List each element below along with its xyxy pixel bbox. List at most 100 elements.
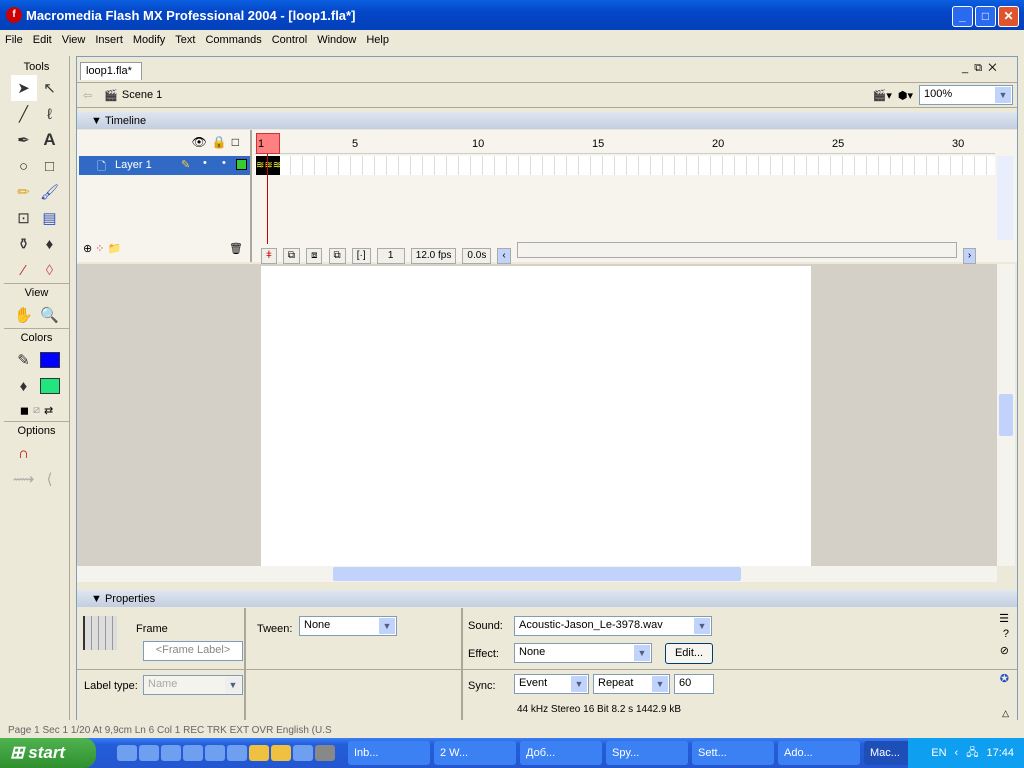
close-button[interactable]: ✕ — [998, 6, 1019, 27]
zoom-select[interactable]: 100% ▼ — [919, 85, 1013, 105]
fill-transform-icon[interactable]: ▤ — [37, 205, 63, 231]
hand-icon[interactable]: ✋ — [11, 302, 37, 328]
eye-icon[interactable]: 👁 — [192, 135, 212, 149]
menu-view[interactable]: View — [57, 34, 91, 46]
sound-select[interactable]: Acoustic-Jason_Le-3978.wav ▼ — [514, 616, 712, 636]
menu-commands[interactable]: Commands — [200, 34, 266, 46]
menu-modify[interactable]: Modify — [128, 34, 170, 46]
snap-magnet-icon[interactable]: ∩ — [11, 440, 37, 466]
menu-file[interactable]: File — [0, 34, 28, 46]
center-frame-icon[interactable]: ǂ — [261, 248, 277, 264]
panel-options-icon[interactable]: ☰ — [999, 612, 1009, 625]
edit-button[interactable]: Edit... — [665, 643, 713, 664]
line-icon[interactable]: ╱ — [11, 101, 37, 127]
folder-icon[interactable] — [271, 745, 291, 761]
lock-dot[interactable]: • — [222, 157, 226, 169]
menu-help[interactable]: Help — [361, 34, 394, 46]
quicklaunch-icon[interactable] — [139, 745, 159, 761]
repeat-count-input[interactable]: 60 — [674, 674, 714, 694]
lasso-icon[interactable]: ℓ — [37, 101, 63, 127]
edit-scene-icon[interactable]: 🎬▾ — [873, 89, 892, 102]
folder-icon[interactable] — [249, 745, 269, 761]
quicklaunch-icon[interactable] — [293, 745, 313, 761]
free-transform-icon[interactable]: ⊡ — [11, 205, 37, 231]
edit-symbol-icon[interactable]: ⬢▾ — [898, 89, 913, 102]
fill-color-swatch[interactable] — [39, 378, 60, 394]
rectangle-icon[interactable]: □ — [37, 153, 63, 179]
visible-dot[interactable]: • — [203, 157, 207, 169]
help-icon[interactable]: ? — [1003, 628, 1009, 640]
text-icon[interactable]: A — [37, 127, 63, 153]
paint-bucket-icon[interactable]: ♦ — [37, 231, 63, 257]
frame-label-input[interactable]: <Frame Label> — [143, 641, 243, 661]
swap-colors-icon[interactable]: ⇄ — [44, 404, 53, 417]
stroke-color-swatch[interactable] — [39, 352, 60, 368]
task-folders[interactable]: 2 W... — [434, 741, 516, 765]
stage-hscroll[interactable] — [77, 566, 997, 582]
back-arrow-icon[interactable]: ⇦ — [83, 89, 92, 102]
trash-icon[interactable]: 🗑 — [229, 242, 243, 255]
lock-icon[interactable]: 🔒 — [212, 135, 232, 149]
quicklaunch-icon[interactable] — [227, 745, 247, 761]
quicklaunch-icon[interactable] — [205, 745, 225, 761]
menu-insert[interactable]: Insert — [90, 34, 128, 46]
stage-vscroll[interactable] — [997, 264, 1015, 566]
task-settings[interactable]: Sett... — [692, 741, 774, 765]
task-inbox[interactable]: Inb... — [348, 741, 430, 765]
subselect-icon[interactable]: ↖ — [37, 75, 63, 101]
menu-window[interactable]: Window — [312, 34, 361, 46]
menu-control[interactable]: Control — [267, 34, 312, 46]
sync-select[interactable]: Event ▼ — [514, 674, 589, 694]
brush-icon[interactable]: 🖌 — [37, 179, 63, 205]
adv-icon[interactable] — [315, 745, 335, 761]
pencil-icon[interactable]: ✏ — [11, 179, 37, 205]
scroll-left-button[interactable]: ‹ — [497, 248, 511, 264]
timeline-vscroll[interactable] — [997, 156, 1013, 240]
tween-select[interactable]: None ▼ — [299, 616, 397, 636]
outline-icon[interactable]: □ — [232, 135, 244, 149]
onion-outline-icon[interactable]: ⧈ — [306, 248, 323, 264]
onion-skin-icon[interactable]: ⧉ — [282, 248, 301, 264]
repeat-select[interactable]: Repeat ▼ — [593, 674, 670, 694]
quicklaunch-icon[interactable] — [161, 745, 181, 761]
maximize-button[interactable]: □ — [975, 6, 996, 27]
add-motion-guide-icon[interactable]: ⁘ — [95, 243, 104, 255]
start-button[interactable]: ⊞ start — [0, 738, 96, 768]
language-indicator[interactable]: EN — [931, 747, 946, 759]
frame-ruler[interactable]: 1 5 10 15 20 25 30 — [255, 130, 995, 154]
timeline-header[interactable]: ▼ Timeline — [77, 112, 1017, 129]
task-spy[interactable]: Spy... — [606, 741, 688, 765]
menu-text[interactable]: Text — [170, 34, 200, 46]
straighten-icon[interactable]: ⟨ — [37, 466, 63, 492]
doc-window-controls[interactable]: _ ⧉ ✕ — [962, 62, 997, 75]
minimize-button[interactable]: _ — [952, 6, 973, 27]
edit-in-place-icon[interactable]: ⊘ — [1000, 644, 1009, 657]
frame-row[interactable]: ≋≋≋ — [255, 156, 995, 175]
ink-bottle-icon[interactable]: ⚱ — [11, 231, 37, 257]
task-word[interactable]: Доб... — [520, 741, 602, 765]
quicklaunch-icon[interactable] — [117, 745, 137, 761]
no-color-icon[interactable]: ⧄ — [33, 404, 40, 417]
pen-icon[interactable]: ✒ — [11, 127, 37, 153]
network-icon[interactable]: 🖧 — [966, 744, 978, 763]
zoom-icon[interactable]: 🔍 — [37, 302, 63, 328]
tray-expand-icon[interactable]: ‹ — [955, 747, 959, 759]
edit-multiple-frames-icon[interactable]: ⧉ — [328, 248, 346, 264]
hscroll-thumb[interactable] — [333, 567, 741, 581]
eraser-icon[interactable]: ◊ — [37, 257, 63, 283]
smooth-icon[interactable]: ⟿ — [11, 466, 37, 492]
modify-onion-markers-icon[interactable]: [·] — [351, 248, 371, 264]
frame-rate[interactable]: 12.0 fps — [410, 248, 457, 264]
outline-color-swatch[interactable] — [236, 159, 247, 170]
insert-layer-icon[interactable]: ⊕ — [83, 243, 92, 255]
stage[interactable] — [261, 266, 811, 566]
arrow-icon[interactable]: ➤ — [10, 75, 37, 101]
document-tab[interactable]: loop1.fla* — [80, 62, 142, 80]
insert-folder-icon[interactable]: 📁 — [108, 243, 122, 255]
eyedropper-icon[interactable]: ⁄ — [11, 257, 37, 283]
accessibility-icon[interactable]: ✪ — [1000, 672, 1009, 685]
ie-icon[interactable] — [183, 745, 203, 761]
vscroll-thumb[interactable] — [999, 394, 1013, 436]
scroll-right-button[interactable]: › — [962, 248, 977, 264]
scene-name[interactable]: Scene 1 — [122, 89, 162, 101]
